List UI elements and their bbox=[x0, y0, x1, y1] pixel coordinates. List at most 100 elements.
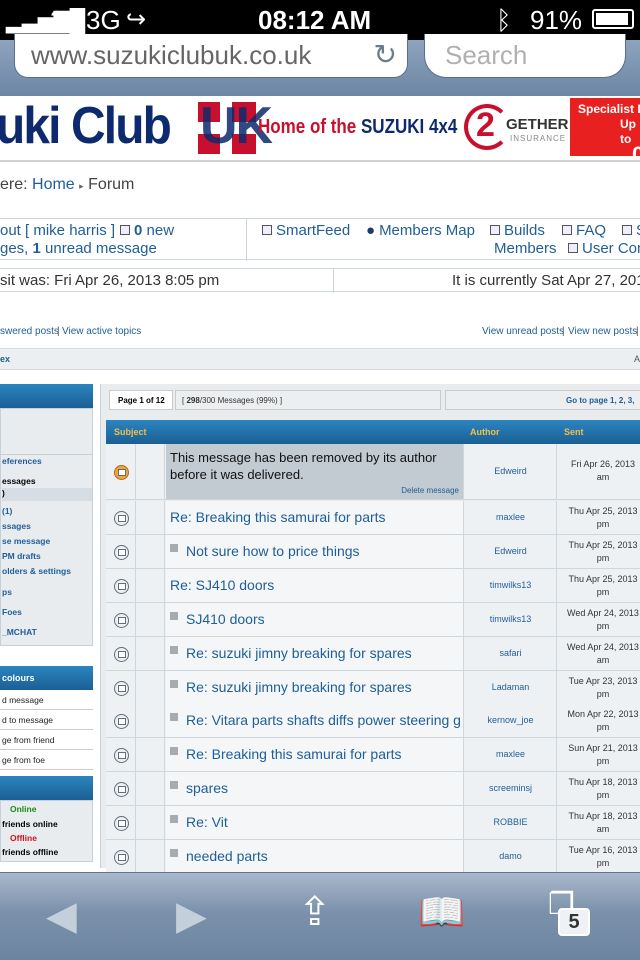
unread-posts-link[interactable]: View unread posts bbox=[482, 326, 564, 337]
activity-icon: ↪ bbox=[126, 6, 147, 33]
row-author[interactable]: maxlee bbox=[465, 738, 557, 771]
table-row[interactable]: needed parts damo Tue Apr 16, 2013 pm bbox=[106, 840, 640, 874]
row-subject-link[interactable]: Re: Breaking this samurai for parts bbox=[170, 509, 386, 525]
col-sent[interactable]: Sent bbox=[564, 427, 584, 437]
row-subject-link[interactable]: needed parts bbox=[186, 848, 268, 864]
row-subject-link[interactable]: Re: SJ410 doors bbox=[170, 577, 274, 593]
insurance-ad[interactable]: 2 GETHER INSURANCE bbox=[462, 102, 569, 154]
row-blank-cell bbox=[137, 535, 165, 568]
row-subject-link[interactable]: Re: suzuki jimny breaking for spares bbox=[186, 679, 412, 695]
sidebar-item-current[interactable]: ) bbox=[2, 488, 92, 501]
sidebar-item-folders[interactable]: olders & settings bbox=[2, 566, 92, 576]
back-icon[interactable]: ◀ bbox=[46, 893, 77, 939]
table-row-removed[interactable]: This message has been removed by its aut… bbox=[106, 444, 640, 500]
unread-messages-link[interactable]: ges, 1 unread message bbox=[0, 240, 157, 257]
delete-message-link[interactable]: Delete message bbox=[401, 486, 459, 495]
table-row[interactable]: Not sure how to price things Edweird Thu A… bbox=[106, 535, 640, 569]
sent-date: Mon Apr 22, 2013 bbox=[567, 709, 639, 719]
address-bar[interactable]: www.suzukiclubuk.co.uk ↻ bbox=[14, 34, 408, 78]
messages-prefix: ges, bbox=[0, 240, 33, 257]
row-sent: Tue Apr 16, 2013 pm bbox=[558, 840, 640, 873]
table-row[interactable]: Re: Vitara parts shafts diffs power stee… bbox=[106, 704, 640, 738]
colour-item: d message bbox=[0, 690, 93, 710]
sent-date: Tue Apr 23, 2013 bbox=[568, 676, 638, 686]
tabs-count-badge[interactable]: 5 bbox=[558, 908, 590, 936]
table-row[interactable]: SJ410 doors timwilks13 Wed Apr 24, 2013 pm bbox=[106, 603, 640, 637]
row-author[interactable]: Ladaman bbox=[465, 671, 557, 704]
sidebar-item-groups[interactable]: ps bbox=[2, 587, 92, 597]
user-control-panel-link[interactable]: User Con bbox=[568, 240, 640, 257]
sidebar-item-mchat[interactable]: _MCHAT bbox=[2, 627, 92, 637]
row-author[interactable]: screeminsj bbox=[465, 772, 557, 805]
row-subject-link[interactable]: Re: Breaking this samurai for parts bbox=[186, 746, 402, 762]
row-author[interactable]: damo bbox=[465, 840, 557, 873]
sidebar-item-pm-drafts[interactable]: PM drafts bbox=[2, 551, 92, 561]
row-subject-link[interactable]: Re: Vitara parts shafts diffs power stee… bbox=[186, 712, 461, 728]
builds-label: Builds bbox=[504, 222, 545, 239]
bookmarks-icon[interactable]: 📖 bbox=[418, 891, 465, 935]
table-row[interactable]: Re: Vit ROBBIE Thu Apr 18, 2013 am bbox=[106, 806, 640, 840]
row-author[interactable]: Edweird bbox=[465, 444, 557, 499]
row-subject-link[interactable]: SJ410 doors bbox=[186, 611, 265, 627]
row-author[interactable]: maxlee bbox=[465, 501, 557, 534]
signal-icon: ▂▃▅▇█ bbox=[6, 8, 85, 33]
sent-ampm: pm bbox=[596, 722, 610, 732]
active-topics-link[interactable]: View active topics bbox=[62, 326, 141, 337]
breadcrumb-home-link[interactable]: Home bbox=[32, 176, 75, 193]
sidebar-item-preferences[interactable]: eferences bbox=[2, 456, 92, 466]
row-author[interactable]: safari bbox=[465, 637, 557, 670]
row-author[interactable]: kernow_joe bbox=[465, 704, 557, 737]
search-link-label: S bbox=[636, 222, 640, 239]
row-icon-cell bbox=[106, 501, 136, 534]
specialist-ad[interactable]: Specialist In Up to 0 bbox=[570, 98, 640, 160]
row-author[interactable]: ROBBIE bbox=[465, 806, 557, 839]
members-map-link[interactable]: ● Members Map bbox=[366, 222, 475, 239]
site-banner[interactable]: uki Club UK Home of the SUZUKI 4x4 2 GET… bbox=[0, 96, 640, 162]
smartfeed-link[interactable]: SmartFeed bbox=[262, 222, 350, 239]
unanswered-link[interactable]: swered posts bbox=[0, 326, 59, 337]
col-author[interactable]: Author bbox=[470, 427, 500, 437]
search-link[interactable]: S bbox=[622, 222, 640, 239]
sidebar-item-compose[interactable]: se message bbox=[2, 536, 92, 546]
share-icon[interactable]: ⇪ bbox=[298, 889, 332, 935]
sidebar-item-messages[interactable]: essages bbox=[2, 476, 92, 486]
count-bold: 298 bbox=[186, 396, 200, 405]
unread-count: 1 bbox=[32, 240, 41, 257]
row-subject-link[interactable]: spares bbox=[186, 780, 228, 796]
sent-date: Thu Apr 18, 2013 bbox=[568, 811, 638, 821]
page-links[interactable]: 1, 2, 3, bbox=[610, 396, 634, 405]
forward-icon[interactable]: ▶ bbox=[176, 893, 207, 939]
colour-item: ge from foe bbox=[0, 750, 93, 770]
site-logo[interactable]: uki Club bbox=[0, 96, 172, 156]
reply-marker-icon bbox=[170, 645, 178, 654]
logout-link[interactable]: out [ mike harris ] bbox=[0, 222, 115, 239]
sidebar-item-messages2[interactable]: ssages bbox=[2, 521, 92, 531]
table-row[interactable]: Re: Breaking this samurai for parts maxle… bbox=[106, 738, 640, 772]
goto-page[interactable]: Go to page 1, 2, 3, bbox=[445, 390, 640, 410]
table-row[interactable]: Re: suzuki jimny breaking for spares safa… bbox=[106, 637, 640, 671]
row-author[interactable]: Edweird bbox=[465, 535, 557, 568]
search-input[interactable]: Search bbox=[424, 34, 626, 78]
new-messages-link[interactable]: 0 new bbox=[120, 222, 174, 239]
row-subject-link[interactable]: Re: suzuki jimny breaking for spares bbox=[186, 645, 412, 661]
row-icon-cell bbox=[106, 806, 136, 839]
row-author[interactable]: timwilks13 bbox=[465, 569, 557, 602]
board-index-link[interactable]: ex bbox=[0, 354, 10, 364]
members-link[interactable]: Members bbox=[494, 240, 557, 257]
sidebar-item-unread[interactable]: (1) bbox=[2, 506, 92, 516]
new-posts-link[interactable]: View new posts bbox=[568, 326, 637, 337]
row-subject-link[interactable]: Not sure how to price things bbox=[186, 543, 360, 559]
reload-icon[interactable]: ↻ bbox=[374, 38, 397, 71]
read-message-icon bbox=[114, 510, 129, 526]
table-row[interactable]: Re: Breaking this samurai for parts maxle… bbox=[106, 501, 640, 535]
table-row[interactable]: Re: SJ410 doors timwilks13 Thu Apr 25, 201… bbox=[106, 569, 640, 603]
row-subject-link[interactable]: Re: Vit bbox=[186, 814, 228, 830]
col-subject[interactable]: Subject bbox=[114, 427, 147, 437]
table-row[interactable]: Re: suzuki jimny breaking for spares Lada… bbox=[106, 671, 640, 705]
builds-link[interactable]: Builds bbox=[490, 222, 545, 239]
sidebar-item-foes[interactable]: Foes bbox=[2, 607, 92, 617]
table-row[interactable]: spares screeminsj Thu Apr 18, 2013 pm bbox=[106, 772, 640, 806]
row-blank-cell bbox=[137, 738, 165, 771]
faq-link[interactable]: FAQ bbox=[562, 222, 606, 239]
row-author[interactable]: timwilks13 bbox=[465, 603, 557, 636]
